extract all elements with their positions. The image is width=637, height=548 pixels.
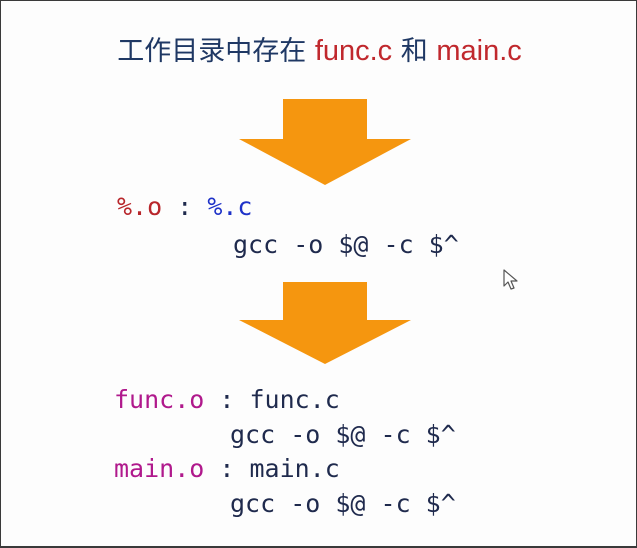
title-prefix: 工作目录中存在 (117, 36, 315, 67)
pattern-sep: : (162, 192, 208, 221)
down-arrow-icon (239, 282, 411, 364)
pattern-command-line: gcc -o $@ -c $^ (233, 230, 459, 259)
rule-main-target: main.o (114, 454, 205, 483)
down-arrow-icon (239, 99, 411, 185)
slide-title: 工作目录中存在 func.c 和 main.c (1, 31, 636, 72)
title-file1: func.c (314, 35, 393, 67)
rule-func-line: func.o : func.c (114, 384, 340, 416)
rule-main-prereq: main.c (249, 454, 340, 483)
rule-main-command: gcc -o $@ -c $^ (230, 489, 456, 518)
pattern-prereq: %.c (207, 192, 253, 221)
title-conj: 和 (392, 36, 437, 67)
rule-main-sep: : (204, 454, 250, 483)
rule-func-target: func.o (114, 385, 205, 414)
pattern-target: %.o (117, 192, 163, 221)
pattern-rule-line: %.o : %.c (117, 191, 252, 223)
rule-main-line: main.o : main.c (114, 453, 340, 485)
mouse-cursor-icon (503, 269, 518, 290)
title-file2: main.c (436, 35, 522, 67)
rule-func-command: gcc -o $@ -c $^ (230, 420, 456, 449)
rule-func-prereq: func.c (249, 385, 340, 414)
rule-func-sep: : (204, 385, 250, 414)
slide: 工作目录中存在 func.c 和 main.c %.o : %.c gcc -o… (0, 0, 637, 548)
